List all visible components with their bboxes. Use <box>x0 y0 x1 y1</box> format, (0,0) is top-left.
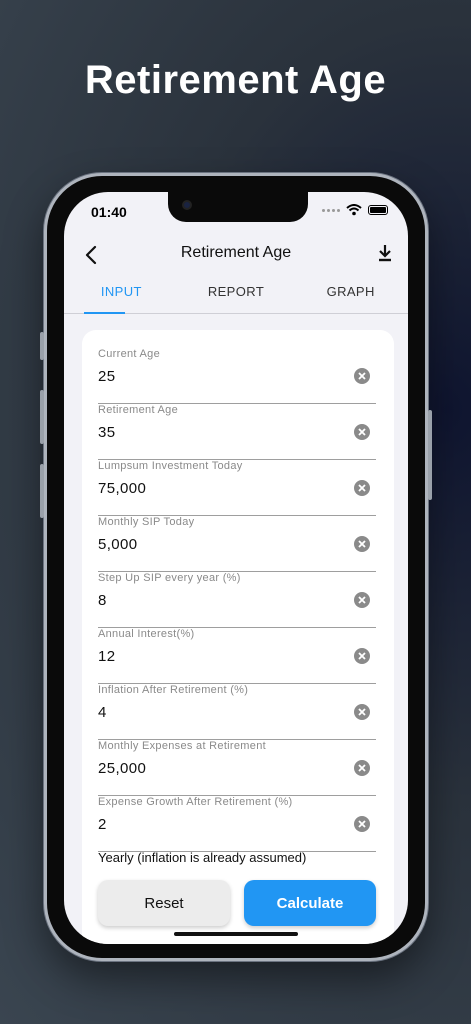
field-value[interactable]: 75,000 <box>98 480 146 497</box>
retirement-age-field[interactable]: Retirement Age 35 <box>98 404 376 460</box>
inflation-after-retirement-field[interactable]: Inflation After Retirement (%) 4 <box>98 684 376 740</box>
field-value[interactable]: 35 <box>98 424 116 441</box>
camera <box>182 200 192 210</box>
monthly-expenses-field[interactable]: Monthly Expenses at Retirement 25,000 <box>98 740 376 796</box>
status-time: 01:40 <box>91 204 127 220</box>
field-label: Inflation After Retirement (%) <box>98 684 249 696</box>
clear-icon[interactable] <box>354 592 370 608</box>
field-value[interactable]: 2 <box>98 816 107 833</box>
clear-icon[interactable] <box>354 648 370 664</box>
app-bar: Retirement Age <box>64 236 408 276</box>
home-indicator <box>174 932 298 936</box>
field-label: Annual Interest(%) <box>98 628 195 640</box>
field-label: Retirement Age <box>98 404 179 416</box>
clear-icon[interactable] <box>354 536 370 552</box>
clear-icon[interactable] <box>354 480 370 496</box>
download-icon[interactable] <box>374 242 396 264</box>
clear-icon[interactable] <box>354 368 370 384</box>
tab-report[interactable]: REPORT <box>179 278 294 313</box>
field-label: Monthly Expenses at Retirement <box>98 740 266 752</box>
field-value[interactable]: 12 <box>98 648 116 665</box>
reset-button[interactable]: Reset <box>98 880 230 926</box>
phone-side-button <box>40 390 44 444</box>
tab-graph[interactable]: GRAPH <box>293 278 408 313</box>
expense-growth-field[interactable]: Expense Growth After Retirement (%) 2 <box>98 796 376 852</box>
field-label: Step Up SIP every year (%) <box>98 572 241 584</box>
field-label: Lumpsum Investment Today <box>98 460 243 472</box>
lumpsum-investment-field[interactable]: Lumpsum Investment Today 75,000 <box>98 460 376 516</box>
field-label: Expense Growth After Retirement (%) <box>98 796 293 808</box>
phone-side-button <box>40 464 44 518</box>
promo-headline: Retirement Age <box>84 58 387 102</box>
field-value[interactable]: 8 <box>98 592 107 609</box>
clear-icon[interactable] <box>354 816 370 832</box>
phone-side-button <box>428 410 432 500</box>
field-value[interactable]: 5,000 <box>98 536 138 553</box>
clear-icon[interactable] <box>354 760 370 776</box>
page-title: Retirement Age <box>180 244 292 261</box>
tab-bar: INPUT REPORT GRAPH <box>64 278 408 314</box>
step-up-sip-field[interactable]: Step Up SIP every year (%) 8 <box>98 572 376 628</box>
battery-icon <box>368 205 388 215</box>
phone-frame: 01:40 Retirement Age INPUT REPORT GRAPH … <box>40 173 432 961</box>
field-value[interactable]: 25 <box>98 368 116 385</box>
input-form-card: Current Age 25 Retirement Age 35 Lumpsum… <box>82 330 394 944</box>
app-screen: 01:40 Retirement Age INPUT REPORT GRAPH … <box>64 192 408 944</box>
clear-icon[interactable] <box>354 424 370 440</box>
field-label: Monthly SIP Today <box>98 516 195 528</box>
phone-side-button <box>40 332 44 360</box>
current-age-field[interactable]: Current Age 25 <box>98 348 376 404</box>
calculate-button[interactable]: Calculate <box>244 880 376 926</box>
tab-input[interactable]: INPUT <box>64 278 179 314</box>
field-value[interactable]: 25,000 <box>98 760 146 777</box>
monthly-sip-field[interactable]: Monthly SIP Today 5,000 <box>98 516 376 572</box>
status-indicators <box>322 204 388 216</box>
annual-interest-field[interactable]: Annual Interest(%) 12 <box>98 628 376 684</box>
wifi-icon <box>346 204 362 216</box>
field-label: Current Age <box>98 348 161 360</box>
clear-icon[interactable] <box>354 704 370 720</box>
helper-note: Yearly (inflation is already assumed) <box>98 850 307 865</box>
signal-icon <box>322 208 340 212</box>
field-value[interactable]: 4 <box>98 704 107 721</box>
